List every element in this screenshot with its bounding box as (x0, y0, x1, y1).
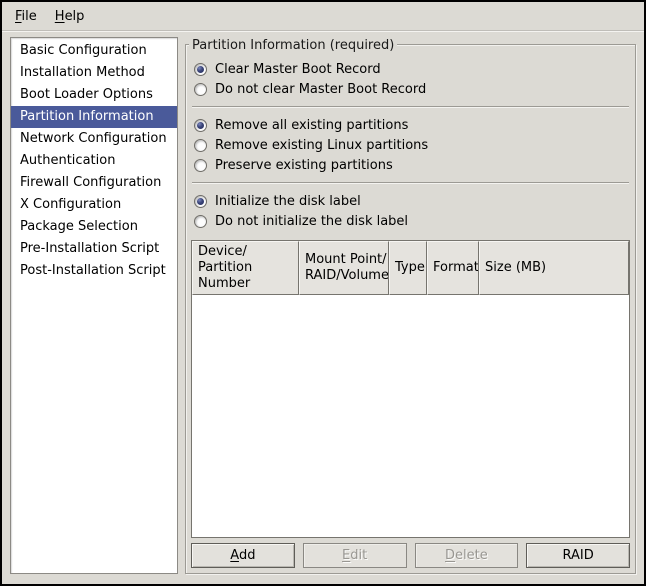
separator (192, 182, 629, 184)
partition-table: Device/ Partition Number Mount Point/ RA… (191, 240, 630, 538)
radio-remove-all-partitions[interactable]: Remove all existing partitions (191, 115, 630, 135)
partition-button-row: Add Edit Delete RAID (191, 543, 630, 568)
radio-button-icon[interactable] (194, 63, 207, 76)
button-label: elete (455, 548, 488, 563)
column-header-size-mb[interactable]: Size (MB) (479, 241, 629, 295)
kickstart-configurator-window: File Help Basic Configuration Installati… (0, 0, 646, 586)
button-label: dd (239, 548, 256, 563)
column-header-device-partition-number[interactable]: Device/ Partition Number (192, 241, 299, 295)
add-button[interactable]: Add (191, 543, 295, 568)
radio-remove-linux-partitions[interactable]: Remove existing Linux partitions (191, 135, 630, 155)
sidebar-item-partition-information[interactable]: Partition Information (11, 106, 177, 128)
sidebar-item-package-selection[interactable]: Package Selection (11, 216, 177, 238)
menu-help-label: elp (65, 9, 85, 24)
menu-file[interactable]: File (6, 5, 46, 28)
radio-button-icon[interactable] (194, 119, 207, 132)
frame-title: Partition Information (required) (189, 38, 397, 53)
button-label: RAID (563, 548, 594, 563)
radio-initialize-disk-label[interactable]: Initialize the disk label (191, 191, 630, 211)
sidebar-item-network-configuration[interactable]: Network Configuration (11, 128, 177, 150)
radio-button-icon[interactable] (194, 139, 207, 152)
delete-button[interactable]: Delete (415, 543, 519, 568)
main-area: Basic Configuration Installation Method … (2, 31, 644, 584)
partition-table-header: Device/ Partition Number Mount Point/ RA… (192, 241, 629, 295)
radio-label: Do not initialize the disk label (215, 214, 408, 229)
separator (192, 106, 629, 108)
sidebar-item-authentication[interactable]: Authentication (11, 150, 177, 172)
sidebar-item-installation-method[interactable]: Installation Method (11, 62, 177, 84)
radio-preserve-partitions[interactable]: Preserve existing partitions (191, 155, 630, 175)
radio-do-not-initialize-disk-label[interactable]: Do not initialize the disk label (191, 211, 630, 231)
sidebar-item-pre-installation-script[interactable]: Pre-Installation Script (11, 238, 177, 260)
radio-label: Do not clear Master Boot Record (215, 82, 426, 97)
radio-button-icon[interactable] (194, 83, 207, 96)
radio-label: Remove existing Linux partitions (215, 138, 428, 153)
menu-help-mnemonic: H (55, 9, 65, 24)
mbr-radio-group: Clear Master Boot Record Do not clear Ma… (191, 57, 630, 101)
sidebar-item-x-configuration[interactable]: X Configuration (11, 194, 177, 216)
radio-label: Preserve existing partitions (215, 158, 393, 173)
sidebar-item-basic-configuration[interactable]: Basic Configuration (11, 40, 177, 62)
radio-label: Remove all existing partitions (215, 118, 408, 133)
existing-partitions-radio-group: Remove all existing partitions Remove ex… (191, 113, 630, 177)
radio-button-icon[interactable] (194, 195, 207, 208)
partition-table-body[interactable] (192, 295, 629, 537)
radio-button-icon[interactable] (194, 215, 207, 228)
radio-label: Clear Master Boot Record (215, 62, 381, 77)
radio-button-icon[interactable] (194, 159, 207, 172)
partition-information-panel: Partition Information (required) Clear M… (185, 37, 636, 574)
partition-information-frame: Partition Information (required) Clear M… (185, 44, 636, 574)
disk-label-radio-group: Initialize the disk label Do not initial… (191, 189, 630, 233)
button-mnemonic: A (230, 548, 239, 563)
button-label: dit (350, 548, 367, 563)
sidebar-item-post-installation-script[interactable]: Post-Installation Script (11, 260, 177, 282)
sidebar-item-firewall-configuration[interactable]: Firewall Configuration (11, 172, 177, 194)
raid-button[interactable]: RAID (526, 543, 630, 568)
column-header-type[interactable]: Type (389, 241, 427, 295)
menu-help[interactable]: Help (46, 5, 94, 28)
button-mnemonic: D (445, 548, 455, 563)
edit-button[interactable]: Edit (303, 543, 407, 568)
sidebar-section-list: Basic Configuration Installation Method … (10, 37, 178, 574)
menubar: File Help (2, 2, 644, 31)
radio-label: Initialize the disk label (215, 194, 361, 209)
radio-clear-mbr[interactable]: Clear Master Boot Record (191, 59, 630, 79)
column-header-format[interactable]: Format (427, 241, 479, 295)
radio-do-not-clear-mbr[interactable]: Do not clear Master Boot Record (191, 79, 630, 99)
sidebar-item-boot-loader-options[interactable]: Boot Loader Options (11, 84, 177, 106)
column-header-mount-point-raid-volume[interactable]: Mount Point/ RAID/Volume (299, 241, 389, 295)
menu-file-label: ile (22, 9, 37, 24)
